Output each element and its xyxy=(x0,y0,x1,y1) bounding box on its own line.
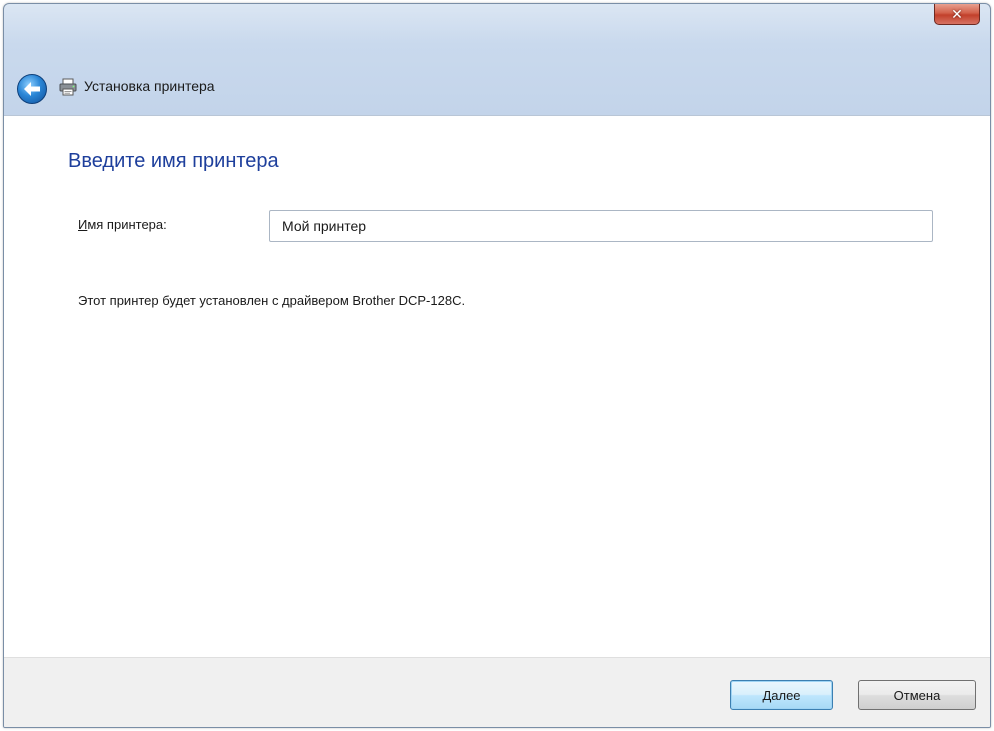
printer-name-label: Имя принтера: xyxy=(78,217,167,232)
back-button[interactable] xyxy=(17,74,47,104)
window-title: Установка принтера xyxy=(84,78,215,94)
next-button-mnemonic: Д xyxy=(762,687,772,703)
printer-name-label-mnemonic: И xyxy=(78,217,88,232)
wizard-footer: Далее Отмена xyxy=(4,657,990,727)
back-arrow-icon xyxy=(24,82,40,96)
close-icon: ✕ xyxy=(951,5,963,22)
page-heading: Введите имя принтера xyxy=(68,150,279,172)
close-button[interactable]: ✕ xyxy=(934,4,980,25)
next-button[interactable]: Далее xyxy=(730,680,833,710)
cancel-button[interactable]: Отмена xyxy=(858,680,976,710)
driver-info-text: Этот принтер будет установлен с драйверо… xyxy=(78,293,466,308)
printer-icon xyxy=(59,78,77,96)
next-button-label: алее xyxy=(771,687,801,703)
printer-name-input[interactable] xyxy=(269,210,933,242)
printer-setup-window: ✕ Установка принтера Введите имя принтер… xyxy=(3,3,991,728)
printer-name-label-text: мя принтера: xyxy=(87,217,167,232)
wizard-content: Введите имя принтера Имя принтера: Этот … xyxy=(4,115,990,658)
